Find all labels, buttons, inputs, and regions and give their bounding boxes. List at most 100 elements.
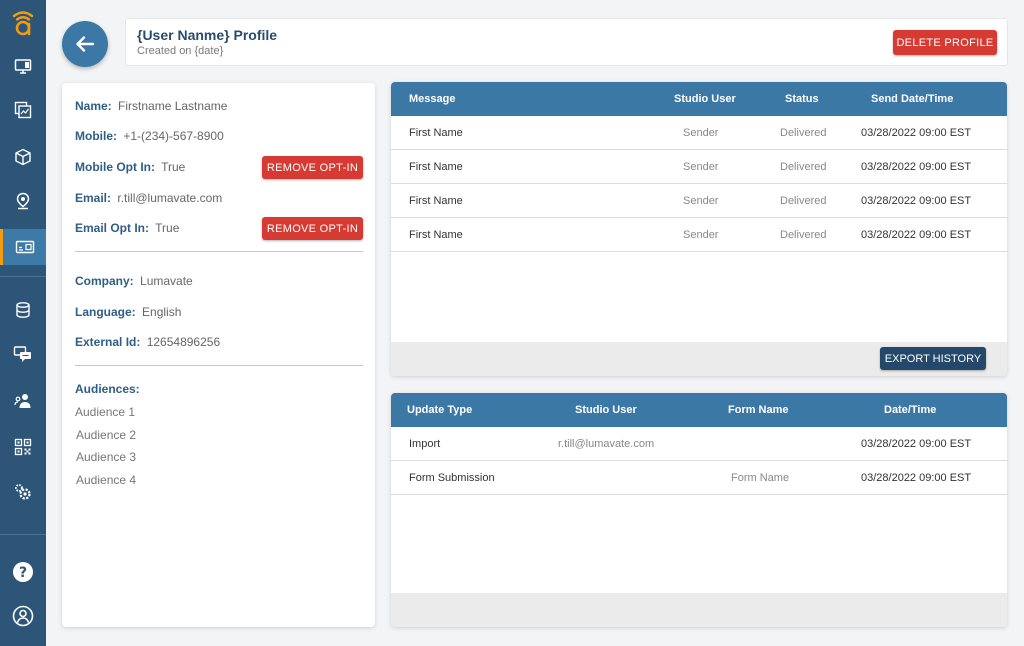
column-header-date-time[interactable]: Date/Time (884, 393, 936, 427)
date-cell: 03/28/2022 09:00 EST (861, 161, 972, 173)
page-title: {User Nanme} Profile (137, 27, 278, 43)
message-cell: First Name (409, 127, 463, 139)
qr-code-icon (14, 438, 32, 456)
status-cell: Delivered (780, 229, 827, 241)
sidebar-item-id-card[interactable] (0, 229, 46, 265)
company-value: Lumavate (140, 274, 193, 288)
section-divider (75, 365, 363, 366)
email-opt-in-value: True (155, 221, 180, 235)
sidebar-item-analytics[interactable] (0, 92, 46, 128)
message-cell: First Name (409, 161, 463, 173)
studio-user-cell: Sender (683, 161, 719, 173)
language-label: Language: (75, 305, 136, 319)
audience-item: Audience 4 (76, 473, 137, 487)
update-type-cell: Import (409, 438, 441, 450)
sidebar-item-users[interactable] (0, 383, 46, 419)
date-cell: 03/28/2022 09:00 EST (861, 195, 972, 207)
sidebar-item-account[interactable] (0, 598, 46, 634)
studio-user-cell: r.till@lumavate.com (558, 438, 655, 450)
status-cell: Delivered (780, 161, 827, 173)
back-button[interactable] (62, 21, 108, 67)
table-row[interactable]: First Name Sender Delivered 03/28/2022 0… (391, 184, 1007, 218)
table-header: Message Studio User Status Send Date/Tim… (391, 82, 1007, 116)
sidebar-item-qr[interactable] (0, 429, 46, 465)
users-icon (14, 394, 31, 408)
column-header-studio-user[interactable]: Studio User (674, 82, 736, 116)
external-id-label: External Id: (75, 335, 141, 349)
location-pin-icon (16, 192, 30, 210)
mobile-label: Mobile: (75, 129, 117, 143)
date-cell: 03/28/2022 09:00 EST (861, 472, 972, 484)
table-row[interactable]: First Name Sender Delivered 03/28/2022 0… (391, 150, 1007, 184)
chat-icon (13, 346, 31, 362)
column-header-status[interactable]: Status (785, 82, 819, 116)
date-cell: 03/28/2022 09:00 EST (861, 438, 972, 450)
audience-item: Audience 3 (76, 450, 137, 464)
svg-text:?: ? (19, 565, 27, 581)
profile-details-card: Name: Firstname Lastname Mobile: +1-(234… (62, 83, 375, 627)
table-row[interactable]: Form Submission Form Name 03/28/2022 09:… (391, 461, 1007, 495)
column-header-send-date[interactable]: Send Date/Time (871, 82, 953, 116)
sidebar-item-monitor[interactable] (0, 48, 46, 84)
table-row[interactable]: First Name Sender Delivered 03/28/2022 0… (391, 116, 1007, 150)
table-row[interactable]: First Name Sender Delivered 03/28/2022 0… (391, 218, 1007, 252)
email-opt-in-field: Email Opt In: True (75, 221, 179, 235)
mobile-opt-in-label: Mobile Opt In: (75, 160, 155, 174)
email-value: r.till@lumavate.com (117, 191, 223, 205)
date-cell: 03/28/2022 09:00 EST (861, 229, 972, 241)
arrow-left-icon (76, 36, 95, 52)
sidebar-divider (0, 276, 46, 277)
table-footer: EXPORT HISTORY (391, 342, 1007, 376)
table-footer (391, 593, 1007, 627)
mobile-opt-in-value: True (161, 160, 186, 174)
audiences-heading: Audiences: (75, 382, 140, 396)
column-header-message[interactable]: Message (409, 82, 455, 116)
name-field: Name: Firstname Lastname (75, 99, 227, 113)
delete-profile-button[interactable]: DELETE PROFILE (893, 30, 997, 55)
date-cell: 03/28/2022 09:00 EST (861, 127, 972, 139)
created-on-text: Created on {date} (137, 45, 224, 57)
email-label: Email: (75, 191, 112, 205)
cube-icon (15, 148, 31, 166)
message-history-table: Message Studio User Status Send Date/Tim… (391, 82, 1007, 376)
sidebar: ? (0, 0, 46, 646)
status-cell: Delivered (780, 127, 827, 139)
remove-email-opt-in-button[interactable]: REMOVE OPT-IN (262, 217, 363, 240)
language-field: Language: English (75, 305, 181, 319)
language-value: English (142, 305, 182, 319)
sidebar-item-help[interactable]: ? (0, 554, 46, 590)
sidebar-item-location[interactable] (0, 183, 46, 219)
update-history-table: Update Type Studio User Form Name Date/T… (391, 393, 1007, 627)
sidebar-item-settings[interactable] (0, 474, 46, 510)
user-account-icon (12, 605, 34, 627)
logo-icon (12, 11, 34, 36)
column-header-studio-user[interactable]: Studio User (575, 393, 637, 427)
external-id-field: External Id: 12654896256 (75, 335, 220, 349)
column-header-update-type[interactable]: Update Type (407, 393, 472, 427)
audience-item: Audience 2 (76, 428, 137, 442)
name-value: Firstname Lastname (118, 99, 228, 113)
column-header-form-name[interactable]: Form Name (728, 393, 789, 427)
audience-item: Audience 1 (75, 405, 136, 419)
studio-user-cell: Sender (683, 127, 719, 139)
email-opt-in-label: Email Opt In: (75, 221, 150, 235)
table-header: Update Type Studio User Form Name Date/T… (391, 393, 1007, 427)
export-history-button[interactable]: EXPORT HISTORY (880, 347, 986, 370)
table-row[interactable]: Import r.till@lumavate.com 03/28/2022 09… (391, 427, 1007, 461)
sidebar-divider-bottom (0, 534, 46, 535)
message-cell: First Name (409, 195, 463, 207)
form-name-cell: Form Name (731, 472, 790, 484)
remove-mobile-opt-in-button[interactable]: REMOVE OPT-IN (262, 156, 363, 179)
sidebar-item-chat[interactable] (0, 336, 46, 372)
section-divider (75, 251, 363, 252)
lumavate-logo[interactable] (0, 0, 46, 46)
studio-user-cell: Sender (683, 229, 719, 241)
database-icon (16, 302, 30, 318)
sidebar-item-database[interactable] (0, 292, 46, 328)
company-field: Company: Lumavate (75, 274, 193, 288)
sidebar-item-cube[interactable] (0, 139, 46, 175)
profile-header: {User Nanme} Profile Created on {date} D… (125, 18, 1008, 66)
settings-icon (15, 484, 31, 500)
message-cell: First Name (409, 229, 463, 241)
mobile-opt-in-field: Mobile Opt In: True (75, 160, 185, 174)
